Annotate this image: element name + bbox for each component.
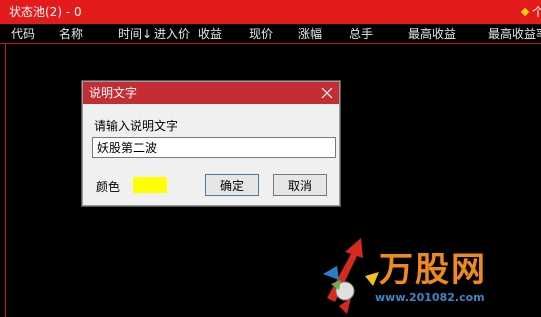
description-prompt-label: 请输入说明文字	[94, 119, 179, 133]
diamond-icon	[520, 7, 530, 17]
logo-emblem-icon	[323, 238, 379, 314]
column-header-entry-price[interactable]: 进入价	[154, 26, 190, 42]
dialog-titlebar[interactable]: 说明文字	[83, 82, 339, 104]
window-title: 状态池(2) - 0	[9, 5, 82, 19]
ok-button[interactable]: 确定	[205, 174, 259, 196]
watermark-brand: 万股网	[379, 250, 487, 290]
watermark-logo: 万股网 www.201082.com	[317, 236, 541, 317]
watermark-url: www.201082.com	[375, 291, 485, 304]
column-header-max-profit-rate[interactable]: 最高收益率	[488, 26, 541, 42]
window-titlebar[interactable]: 状态池(2) - 0 个	[0, 0, 541, 24]
close-icon[interactable]	[319, 85, 335, 101]
color-swatch[interactable]	[133, 177, 167, 193]
column-header-name[interactable]: 名称	[59, 26, 83, 42]
column-header-current-price[interactable]: 现价	[249, 26, 273, 42]
window-title-extra: 个	[532, 5, 541, 19]
column-header-code[interactable]: 代码	[11, 26, 35, 42]
column-header-profit[interactable]: 收益	[198, 26, 222, 42]
column-header-time[interactable]: 时间↓	[118, 26, 152, 42]
column-header-change[interactable]: 涨幅	[298, 26, 322, 42]
color-label: 颜色	[96, 180, 121, 194]
column-header-row: 代码 名称 时间↓ 进入价 收益 现价 涨幅 总手 最高收益 最高收益率	[0, 24, 541, 44]
column-header-volume[interactable]: 总手	[349, 26, 373, 42]
cancel-button[interactable]: 取消	[273, 174, 327, 196]
column-header-max-profit[interactable]: 最高收益	[408, 26, 456, 42]
description-input[interactable]	[92, 137, 336, 158]
description-dialog: 说明文字 请输入说明文字 颜色 确定 取消	[82, 81, 340, 206]
dialog-title: 说明文字	[89, 86, 138, 100]
